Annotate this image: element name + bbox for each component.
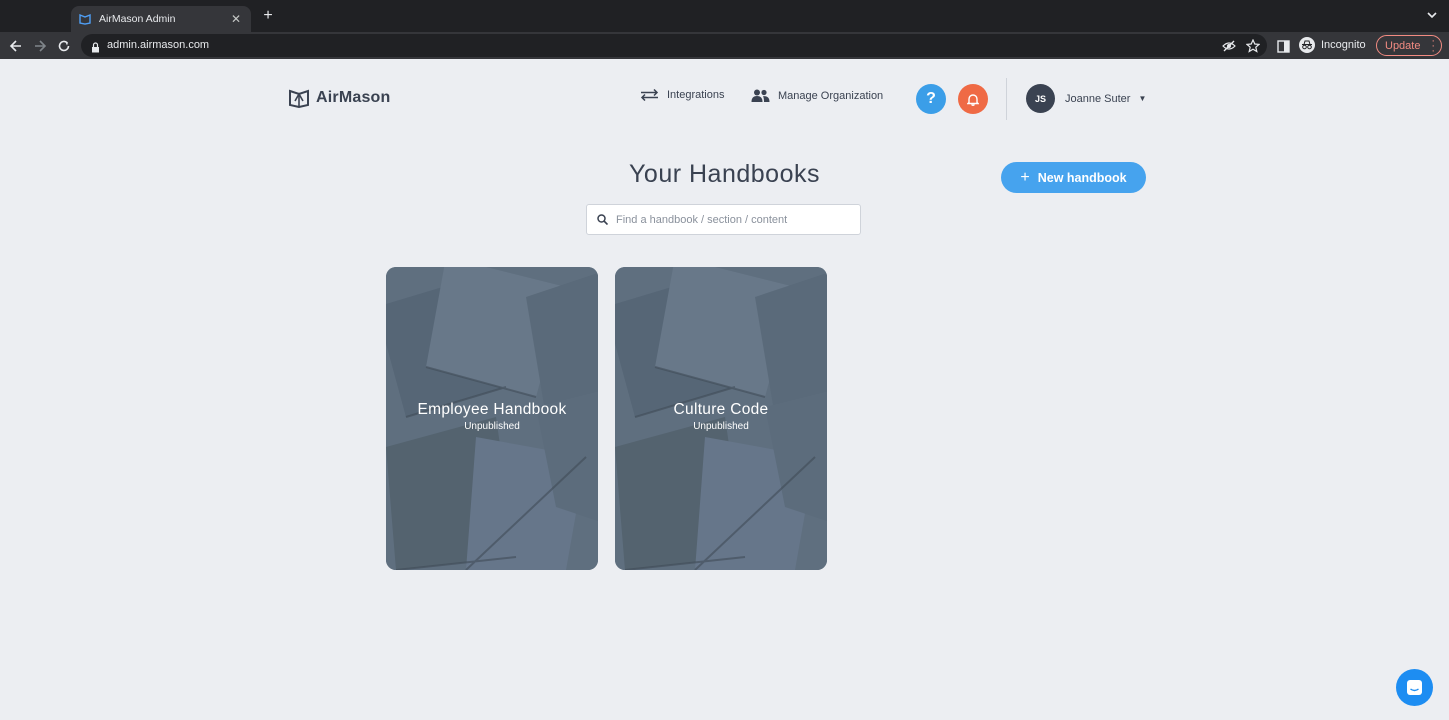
- airmason-logo[interactable]: AirMason: [288, 88, 391, 108]
- chat-launcher-button[interactable]: [1396, 669, 1433, 706]
- new-tab-icon[interactable]: +: [259, 7, 277, 25]
- bell-icon: [967, 93, 979, 106]
- page-title: Your Handbooks: [629, 160, 820, 188]
- address-bar[interactable]: admin.airmason.com: [81, 34, 1267, 57]
- caret-down-icon: ▼: [1138, 94, 1147, 103]
- incognito-icon: [1299, 37, 1315, 53]
- handbook-title: Employee Handbook: [417, 401, 567, 418]
- incognito-indicator[interactable]: Incognito: [1299, 37, 1366, 53]
- card-info: Culture Code Unpublished: [615, 401, 827, 432]
- header-divider: [1006, 78, 1007, 120]
- integrations-arrows-icon: [640, 89, 659, 101]
- help-question-icon: ?: [926, 90, 936, 107]
- browser-tab-bar: AirMason Admin ✕ +: [0, 0, 1449, 32]
- more-menu-icon[interactable]: · · ·: [1431, 36, 1435, 57]
- lock-icon: [91, 40, 100, 58]
- tab-title: AirMason Admin: [99, 13, 176, 25]
- manage-organization-link[interactable]: Manage Organization: [751, 89, 883, 102]
- avatar: JS: [1026, 84, 1055, 113]
- airmason-favicon-icon: [79, 13, 91, 25]
- user-name: Joanne Suter: [1065, 92, 1131, 105]
- users-icon: [751, 89, 770, 102]
- integrations-link[interactable]: Integrations: [640, 89, 724, 101]
- notifications-button[interactable]: [958, 84, 988, 114]
- user-menu[interactable]: JS Joanne Suter ▼: [1026, 84, 1146, 113]
- manage-organization-label: Manage Organization: [778, 89, 884, 102]
- eye-off-icon[interactable]: [1222, 39, 1236, 53]
- handbook-card[interactable]: Employee Handbook Unpublished: [386, 267, 598, 570]
- update-button[interactable]: Update · · ·: [1376, 35, 1442, 57]
- search-input[interactable]: [616, 213, 846, 226]
- bookmark-star-icon[interactable]: [1245, 38, 1261, 53]
- integrations-label: Integrations: [667, 89, 725, 101]
- card-info: Employee Handbook Unpublished: [386, 401, 598, 432]
- tab-close-icon[interactable]: ✕: [229, 12, 243, 26]
- reload-icon[interactable]: [54, 36, 74, 56]
- back-icon[interactable]: [6, 36, 26, 56]
- forward-icon[interactable]: [30, 36, 50, 56]
- url-text: admin.airmason.com: [107, 39, 210, 51]
- handbook-title: Culture Code: [673, 401, 769, 418]
- side-panel-icon[interactable]: [1273, 36, 1293, 56]
- handbook-status: Unpublished: [464, 421, 520, 432]
- chat-icon: [1407, 680, 1422, 695]
- tab-search-chevron-icon[interactable]: [1425, 8, 1439, 22]
- new-handbook-button[interactable]: + New handbook: [1001, 162, 1146, 193]
- new-handbook-label: New handbook: [1037, 170, 1127, 185]
- browser-tab[interactable]: AirMason Admin ✕: [71, 6, 251, 32]
- handbook-status: Unpublished: [693, 421, 749, 432]
- update-label: Update: [1385, 39, 1421, 52]
- handbook-search[interactable]: [586, 204, 861, 235]
- browser-toolbar: admin.airmason.com Incognito Update · · ·: [0, 32, 1449, 59]
- search-icon: [597, 214, 608, 225]
- help-button[interactable]: ?: [916, 84, 946, 114]
- logo-text: AirMason: [316, 89, 391, 106]
- incognito-label: Incognito: [1321, 39, 1366, 51]
- airmason-logo-icon: [289, 89, 309, 108]
- handbook-card[interactable]: Culture Code Unpublished: [615, 267, 827, 570]
- plus-icon: +: [1020, 168, 1030, 186]
